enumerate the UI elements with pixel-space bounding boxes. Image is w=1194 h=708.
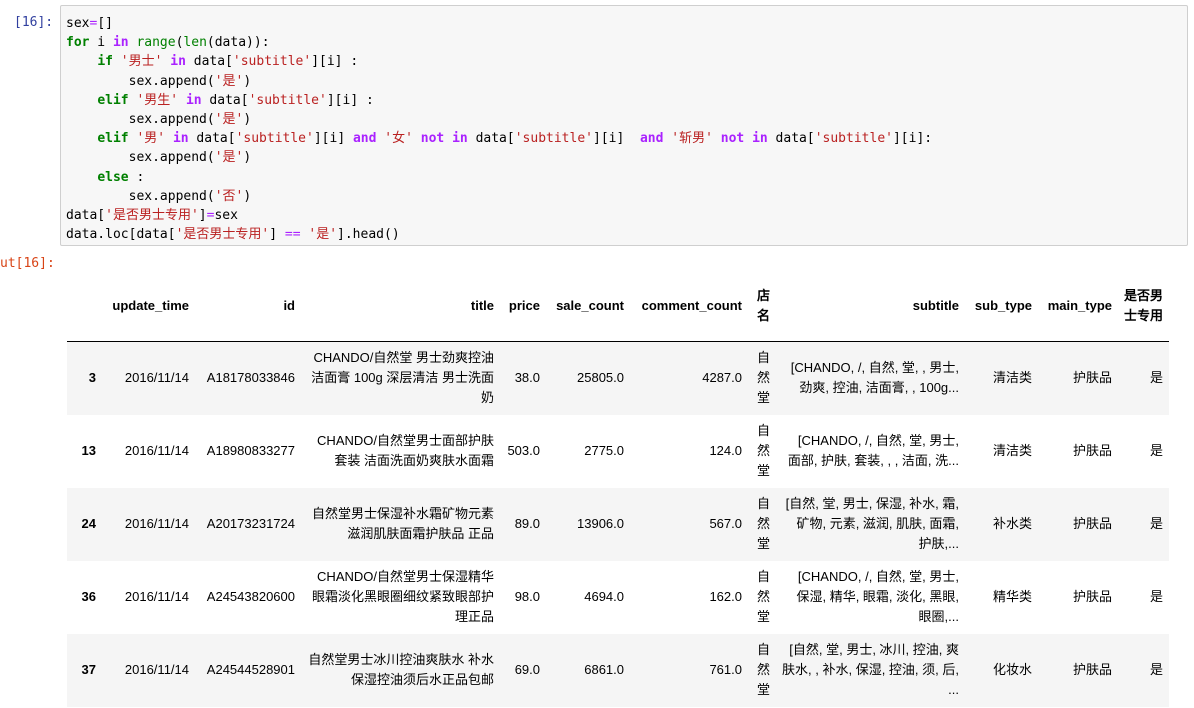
cell-id: A18178033846 bbox=[206, 370, 295, 386]
cell-comment-count: 567.0 bbox=[709, 516, 742, 531]
cell-shop: 自然堂 bbox=[756, 423, 770, 478]
cell-shop: 自然堂 bbox=[756, 569, 770, 624]
cell-comment-count: 124.0 bbox=[709, 443, 742, 458]
cell-subtitle: [CHANDO, /, 自然, 堂, , 男士, 劲爽, 控油, 洁面膏, , … bbox=[790, 360, 959, 396]
cell-comment-count: 4287.0 bbox=[702, 370, 742, 386]
cell-price: 89.0 bbox=[514, 516, 540, 531]
column-header-comment-count: comment_count bbox=[630, 271, 748, 342]
cell-sub-type: 清洁类 bbox=[992, 370, 1032, 386]
cell-main-type: 护肤品 bbox=[1072, 662, 1112, 677]
cell-id: A24544528901 bbox=[206, 662, 295, 677]
column-header-price: price bbox=[500, 271, 546, 342]
table-row: 24 2016/11/14 A20173231724 自然堂男士保湿补水霜矿物元… bbox=[67, 487, 1169, 561]
row-index: 13 bbox=[81, 443, 96, 458]
cell-update-time: 2016/11/14 bbox=[124, 443, 189, 458]
column-header-index bbox=[67, 271, 102, 342]
cell-shop: 自然堂 bbox=[756, 350, 770, 406]
cell-sub-type: 化妆水 bbox=[992, 662, 1032, 677]
row-index: 3 bbox=[88, 370, 96, 386]
cell-subtitle: [自然, 堂, 男士, 冰川, 控油, 爽肤水, , 补水, 保湿, 控油, 须… bbox=[782, 642, 959, 697]
cell-id: A18980833277 bbox=[206, 443, 295, 458]
table-row: 37 2016/11/14 A24544528901 自然堂男士冰川控油爽肤水 … bbox=[67, 633, 1169, 707]
cell-sub-type: 补水类 bbox=[992, 516, 1032, 531]
table-row: 3 2016/11/14 A18178033846 CHANDO/自然堂 男士劲… bbox=[67, 341, 1169, 415]
column-header-shop: 店名 bbox=[748, 271, 776, 342]
cell-update-time: 2016/11/14 bbox=[124, 370, 189, 386]
cell-is-men: 是 bbox=[1149, 370, 1163, 386]
cell-is-men: 是 bbox=[1149, 516, 1163, 531]
cell-subtitle: [自然, 堂, 男士, 保湿, 补水, 霜, 矿物, 元素, 滋润, 肌肤, 面… bbox=[785, 496, 959, 551]
cell-is-men: 是 bbox=[1149, 662, 1163, 677]
cell-price: 503.0 bbox=[507, 443, 540, 458]
row-index: 37 bbox=[81, 662, 96, 677]
table-row: 36 2016/11/14 A24543820600 CHANDO/自然堂男士保… bbox=[67, 561, 1169, 634]
cell-is-men: 是 bbox=[1149, 443, 1163, 458]
cell-id: A24543820600 bbox=[206, 589, 295, 604]
cell-id: A20173231724 bbox=[206, 516, 295, 531]
cell-title: 自然堂男士保湿补水霜矿物元素滋润肌肤面霜护肤品 正品 bbox=[311, 506, 494, 541]
cell-comment-count: 761.0 bbox=[709, 662, 742, 677]
cell-main-type: 护肤品 bbox=[1072, 370, 1112, 386]
cell-update-time: 2016/11/14 bbox=[124, 589, 189, 604]
cell-main-type: 护肤品 bbox=[1072, 589, 1112, 604]
cell-sub-type: 清洁类 bbox=[992, 443, 1032, 458]
cell-sale-count: 2775.0 bbox=[584, 443, 624, 458]
row-index: 36 bbox=[81, 589, 96, 604]
column-header-title: title bbox=[301, 271, 500, 342]
cell-price: 69.0 bbox=[514, 662, 540, 677]
code-cell-input[interactable]: sex=[] for i in range(len(data)): if '男士… bbox=[60, 5, 1188, 246]
cell-price: 98.0 bbox=[514, 589, 540, 604]
column-header-sale-count: sale_count bbox=[546, 271, 630, 342]
cell-sale-count: 25805.0 bbox=[577, 370, 624, 386]
cell-sale-count: 4694.0 bbox=[584, 589, 624, 604]
cell-title: CHANDO/自然堂男士保湿精华眼霜淡化黑眼圈细纹紧致眼部护理正品 bbox=[311, 569, 494, 624]
cell-comment-count: 162.0 bbox=[709, 589, 742, 604]
column-header-is-men: 是否男士专用 bbox=[1118, 271, 1169, 342]
cell-title: 自然堂男士冰川控油爽肤水 补水保湿控油须后水正品包邮 bbox=[308, 652, 494, 687]
cell-title: CHANDO/自然堂男士面部护肤套装 洁面洗面奶爽肤水面霜 bbox=[317, 433, 494, 468]
cell-shop: 自然堂 bbox=[756, 642, 770, 697]
cell-update-time: 2016/11/14 bbox=[124, 516, 189, 531]
cell-sale-count: 13906.0 bbox=[577, 516, 624, 531]
column-header-id: id bbox=[195, 271, 301, 342]
column-header-update-time: update_time bbox=[102, 271, 195, 342]
cell-update-time: 2016/11/14 bbox=[124, 662, 189, 677]
input-prompt: [16]: bbox=[14, 15, 54, 30]
output-prompt: ut[16]: bbox=[0, 256, 55, 271]
cell-main-type: 护肤品 bbox=[1072, 443, 1112, 458]
table-row: 13 2016/11/14 A18980833277 CHANDO/自然堂男士面… bbox=[67, 415, 1169, 488]
table-header-row: update_time id title price sale_count co… bbox=[67, 271, 1169, 342]
cell-shop: 自然堂 bbox=[756, 496, 770, 551]
cell-sale-count: 6861.0 bbox=[584, 662, 624, 677]
code-editor[interactable]: sex=[] for i in range(len(data)): if '男士… bbox=[66, 14, 1187, 244]
cell-subtitle: [CHANDO, /, 自然, 堂, 男士, 保湿, 精华, 眼霜, 淡化, 黑… bbox=[796, 569, 959, 624]
cell-subtitle: [CHANDO, /, 自然, 堂, 男士, 面部, 护肤, 套装, , , 洁… bbox=[787, 433, 959, 468]
column-header-sub-type: sub_type bbox=[965, 271, 1038, 342]
cell-is-men: 是 bbox=[1149, 589, 1163, 604]
cell-main-type: 护肤品 bbox=[1072, 516, 1112, 531]
column-header-main-type: main_type bbox=[1038, 271, 1118, 342]
cell-title: CHANDO/自然堂 男士劲爽控油洁面膏 100g 深层清洁 男士洗面奶 bbox=[311, 350, 494, 406]
cell-price: 38.0 bbox=[514, 370, 540, 386]
cell-sub-type: 精华类 bbox=[992, 589, 1032, 604]
column-header-subtitle: subtitle bbox=[776, 271, 965, 342]
dataframe-output: update_time id title price sale_count co… bbox=[67, 271, 1169, 707]
row-index: 24 bbox=[81, 516, 96, 531]
